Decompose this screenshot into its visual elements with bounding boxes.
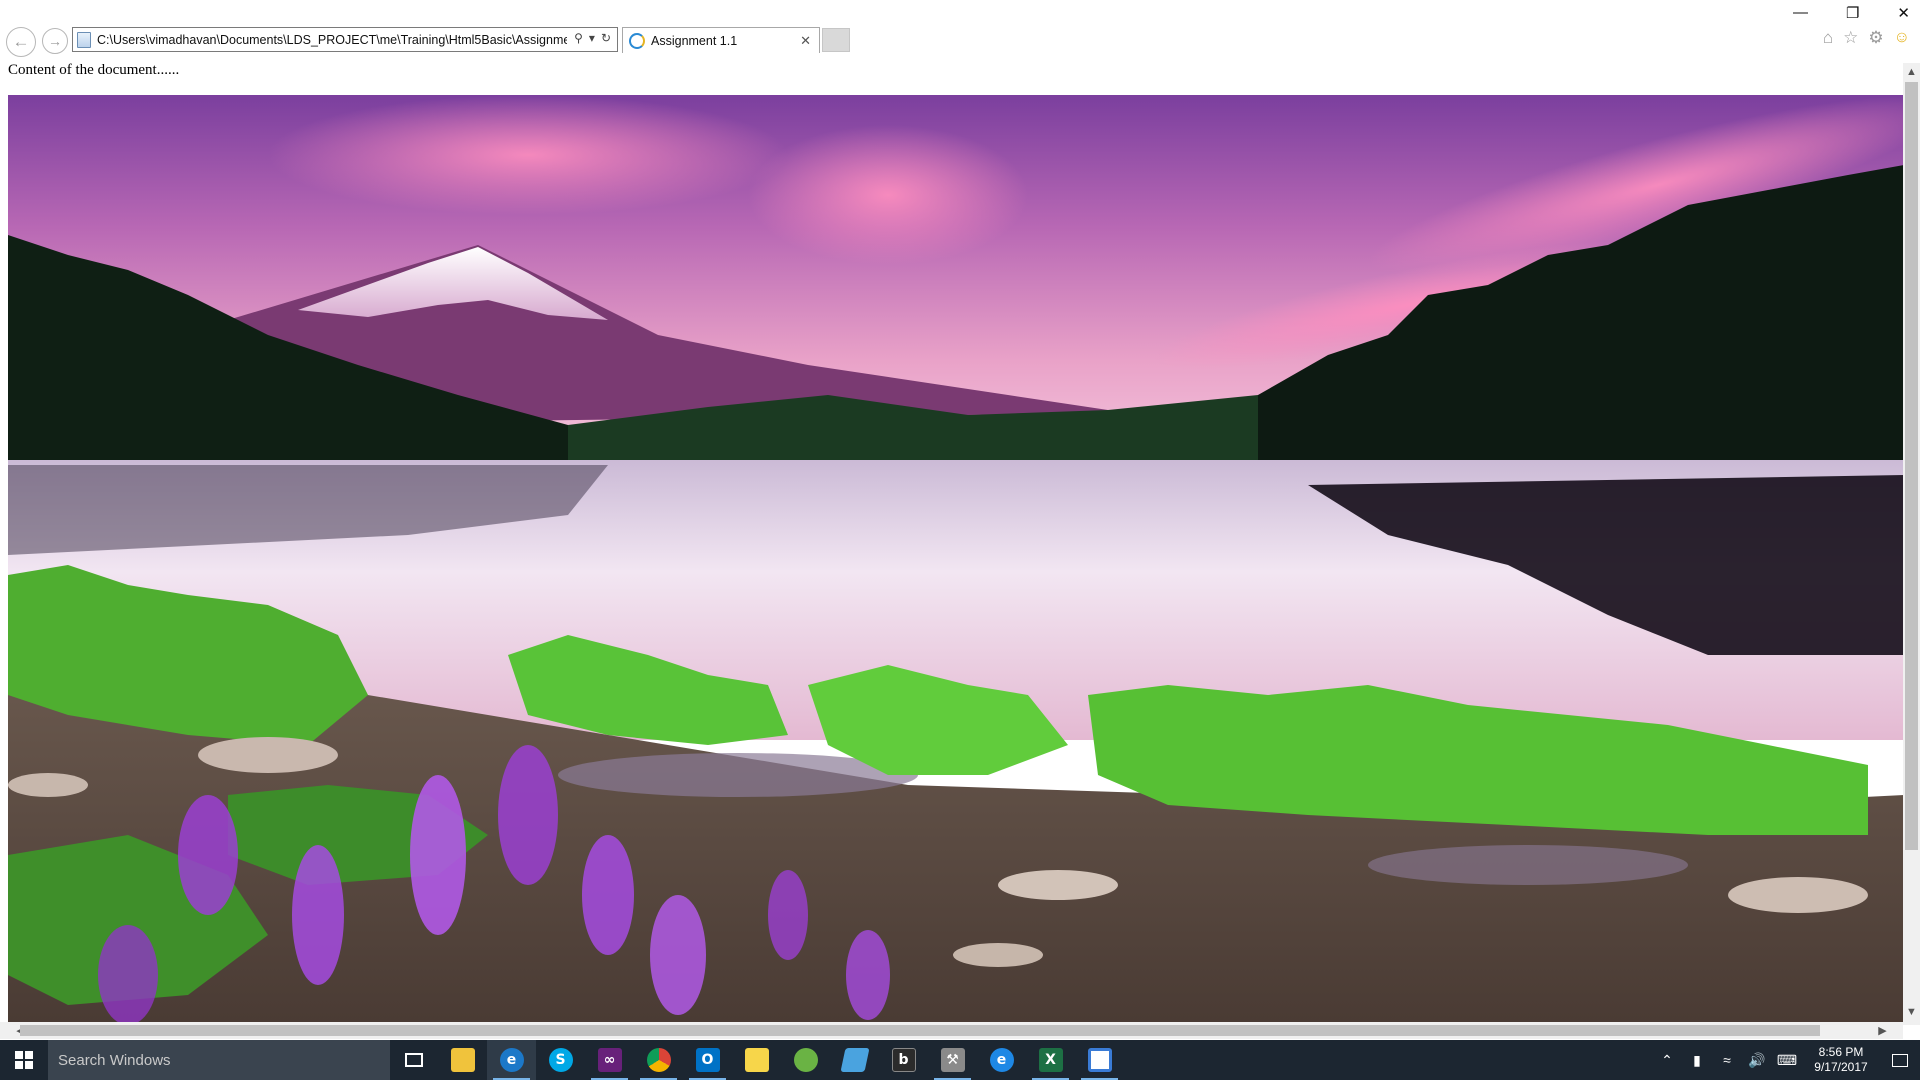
edge-icon: e [989,1048,1014,1072]
taskbar-app-blue[interactable] [830,1040,879,1080]
forward-button[interactable]: → [42,28,68,54]
back-button[interactable]: ← [6,27,36,57]
restore-icon[interactable]: ❐ [1846,4,1859,22]
task-view-icon [405,1053,423,1067]
taskbar-app-outlook[interactable]: O [683,1040,732,1080]
taskbar: Search Windows e S ∞ O b ⚒ e X ⌃ ▮ ≈ 🔊 ⌨… [0,1040,1920,1080]
chrome-icon [646,1048,671,1072]
back-arrow-icon: ← [12,32,30,51]
taskbar-app-sticky-notes[interactable] [732,1040,781,1080]
taskbar-app-skype[interactable]: S [536,1040,585,1080]
wifi-icon[interactable]: ≈ [1712,1052,1742,1068]
volume-icon[interactable]: 🔊 [1742,1052,1772,1069]
app-blue-icon [839,1048,870,1072]
search-icon[interactable]: ⚲ [574,31,583,45]
forward-arrow-icon: → [48,33,62,49]
clock-date: 9/17/2017 [1814,1060,1868,1074]
excel-icon: X [1038,1048,1063,1072]
windows-logo-icon [15,1051,33,1069]
scroll-right-icon[interactable]: ▶ [1874,1024,1891,1037]
visual-studio-icon: ∞ [597,1048,622,1072]
landscape-image [8,95,1904,1022]
taskbar-apps: e S ∞ O b ⚒ e X [438,1040,1124,1080]
taskbar-app-chrome[interactable] [634,1040,683,1080]
favorites-star-icon[interactable]: ☆ [1843,28,1858,48]
taskbar-app-android-studio[interactable] [781,1040,830,1080]
taskbar-app-edge[interactable]: e [977,1040,1026,1080]
vertical-scroll-thumb[interactable] [1905,82,1918,850]
clock-time: 8:56 PM [1818,1045,1864,1059]
taskbar-app-internet-explorer[interactable]: e [487,1040,536,1080]
tab-assignment[interactable]: Assignment 1.1 ✕ [622,27,820,53]
taskbar-app-tools[interactable]: ⚒ [928,1040,977,1080]
close-window-icon[interactable]: ✕ [1897,4,1910,22]
android-studio-icon [793,1048,818,1072]
taskbar-app-visual-studio[interactable]: ∞ [585,1040,634,1080]
new-tab-button[interactable] [822,28,850,52]
tools-icon: ⚒ [940,1048,965,1072]
start-button[interactable] [0,1040,48,1080]
skype-icon: S [548,1048,573,1072]
notification-icon [1892,1053,1908,1067]
taskbar-search[interactable]: Search Windows [48,1040,390,1080]
window-controls: — ❐ ✕ [1793,4,1910,22]
browser-toolbar: ← → C:\Users\vimadhavan\Documents\LDS_PR… [0,0,1920,58]
feedback-smiley-icon[interactable]: ☺ [1894,29,1910,47]
address-text[interactable]: C:\Users\vimadhavan\Documents\LDS_PROJEC… [97,33,567,47]
address-bar[interactable]: C:\Users\vimadhavan\Documents\LDS_PROJEC… [72,27,618,52]
page-icon [77,31,91,48]
ie-tab-icon [629,32,645,49]
settings-gear-icon[interactable]: ⚙ [1868,28,1883,48]
browser-tools: ⌂ ☆ ⚙ ☺ [1823,28,1910,48]
battery-icon[interactable]: ▮ [1682,1052,1712,1069]
sticky-notes-icon [744,1048,769,1072]
outlook-icon: O [695,1048,720,1072]
taskbar-app-frame[interactable] [1075,1040,1124,1080]
scroll-up-icon[interactable]: ▲ [1903,66,1920,78]
folder-icon [450,1048,475,1072]
tab-title: Assignment 1.1 [651,33,738,48]
minimize-icon[interactable]: — [1793,4,1808,22]
screen: ← → C:\Users\vimadhavan\Documents\LDS_PR… [0,0,1920,1080]
app-dark-icon: b [891,1048,916,1072]
clock[interactable]: 8:56 PM 9/17/2017 [1802,1045,1880,1075]
frame-app-icon [1087,1048,1112,1072]
taskbar-app-excel[interactable]: X [1026,1040,1075,1080]
home-icon[interactable]: ⌂ [1823,28,1833,48]
document-text: Content of the document...... [8,62,180,78]
horizontal-scroll-thumb[interactable] [20,1025,1820,1036]
keyboard-icon[interactable]: ⌨ [1772,1052,1802,1069]
taskbar-app-dark[interactable]: b [879,1040,928,1080]
scroll-down-icon[interactable]: ▼ [1903,1006,1920,1018]
action-center-button[interactable] [1880,1053,1920,1067]
task-view-button[interactable] [390,1040,438,1080]
close-tab-icon[interactable]: ✕ [800,33,811,49]
system-tray: ⌃ ▮ ≈ 🔊 ⌨ 8:56 PM 9/17/2017 [1652,1040,1920,1080]
dropdown-icon[interactable]: ▾ [589,31,595,45]
internet-explorer-icon: e [499,1048,524,1072]
show-hidden-icons-icon[interactable]: ⌃ [1652,1052,1682,1069]
taskbar-app-file-explorer[interactable] [438,1040,487,1080]
refresh-icon[interactable]: ↻ [601,31,611,45]
